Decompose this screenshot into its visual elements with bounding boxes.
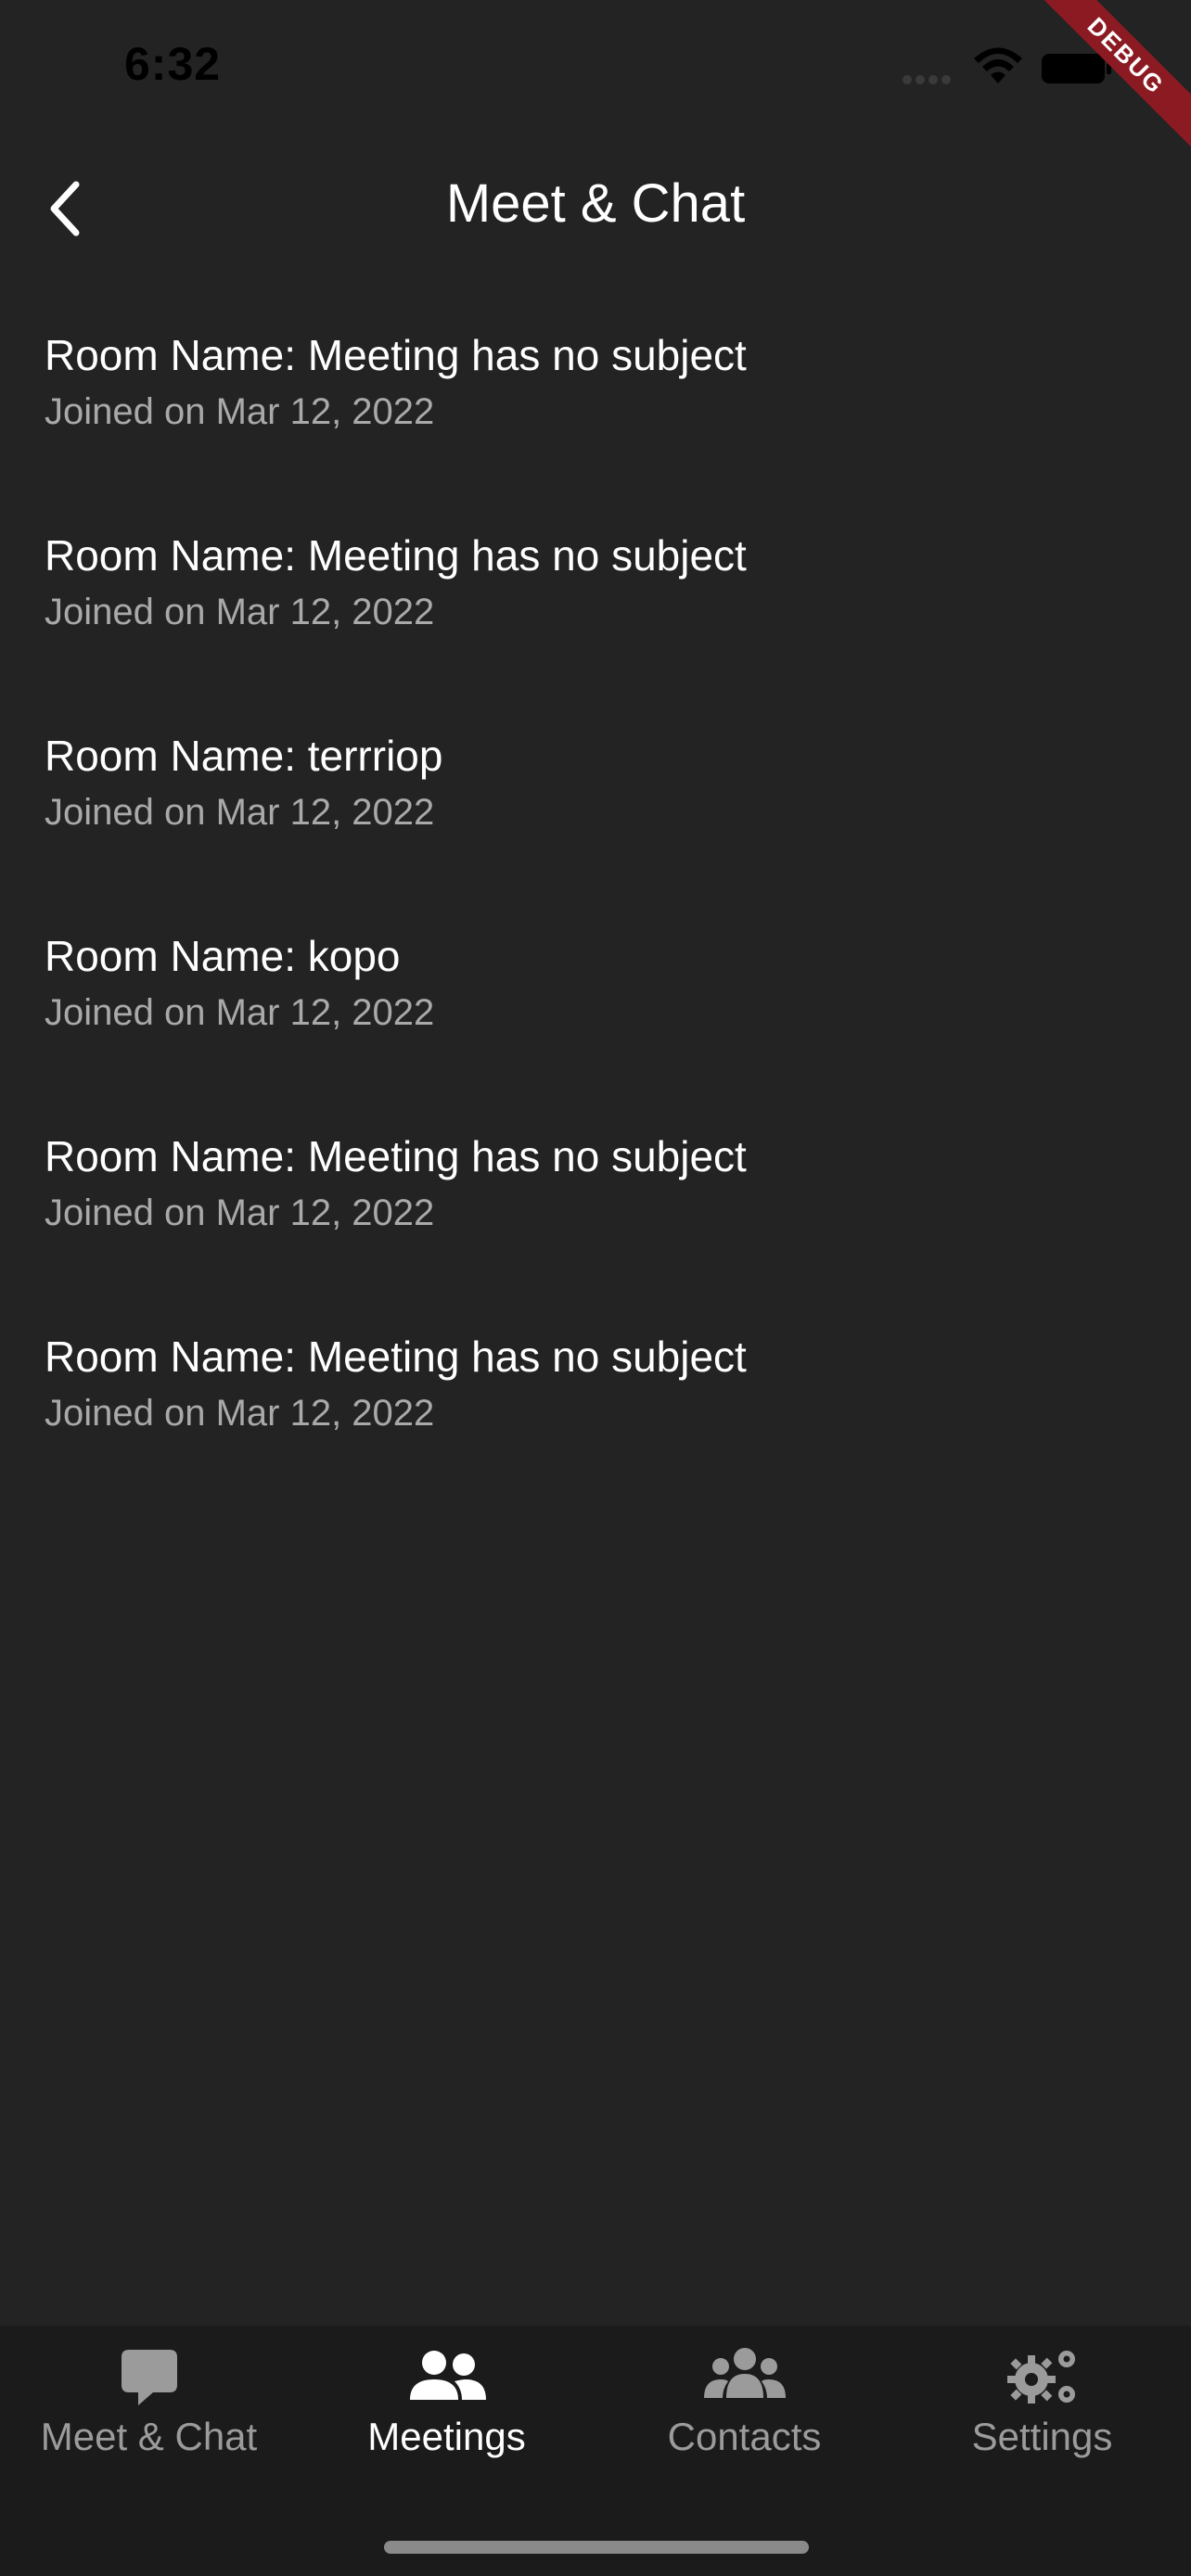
group-icon <box>703 2348 786 2398</box>
tab-label: Contacts <box>667 2415 822 2458</box>
room-name: Room Name: Meeting has no subject <box>45 531 747 580</box>
joined-date: Joined on Mar 12, 2022 <box>45 592 435 632</box>
tab-label: Meetings <box>367 2415 526 2458</box>
joined-date: Joined on Mar 12, 2022 <box>45 391 435 432</box>
room-name: Room Name: Meeting has no subject <box>45 331 747 379</box>
list-item[interactable]: Room Name: Meeting has no subject Joined… <box>0 478 1191 679</box>
status-time: 6:32 <box>124 38 222 90</box>
joined-date: Joined on Mar 12, 2022 <box>45 792 435 833</box>
joined-date: Joined on Mar 12, 2022 <box>45 1393 435 1434</box>
joined-date: Joined on Mar 12, 2022 <box>45 992 435 1033</box>
gears-icon <box>1006 2351 1075 2404</box>
room-name: Room Name: Meeting has no subject <box>45 1333 747 1381</box>
bottom-nav: Meet & Chat Meetings Contacts Settings <box>0 2326 1191 2576</box>
room-name: Room Name: Meeting has no subject <box>45 1132 747 1180</box>
list-item[interactable]: Room Name: kopo Joined on Mar 12, 2022 <box>0 879 1191 1079</box>
list-item[interactable]: Room Name: Meeting has no subject Joined… <box>0 1079 1191 1280</box>
tab-label: Settings <box>971 2415 1113 2458</box>
home-indicator[interactable] <box>384 2541 809 2554</box>
people-icon <box>409 2351 486 2400</box>
room-name: Room Name: terrriop <box>45 732 443 780</box>
tab-meet-and-chat[interactable]: Meet & Chat <box>0 2326 298 2483</box>
room-name: Room Name: kopo <box>45 932 401 980</box>
wifi-icon <box>974 47 1022 83</box>
debug-ribbon-label: DEBUG <box>1027 0 1191 155</box>
chat-bubble-icon <box>121 2350 177 2405</box>
joined-date: Joined on Mar 12, 2022 <box>45 1192 435 1233</box>
tab-meetings[interactable]: Meetings <box>298 2326 596 2483</box>
list-item[interactable]: Room Name: Meeting has no subject Joined… <box>0 278 1191 478</box>
app-bar: Meet & Chat <box>0 139 1191 278</box>
tab-label: Meet & Chat <box>40 2415 258 2458</box>
status-bar: 6:32 <box>0 0 1191 139</box>
tab-settings[interactable]: Settings <box>893 2326 1191 2483</box>
list-item[interactable]: Room Name: Meeting has no subject Joined… <box>0 1280 1191 1480</box>
cellular-signal-icon <box>903 75 951 84</box>
list-item[interactable]: Room Name: terrriop Joined on Mar 12, 20… <box>0 679 1191 879</box>
meeting-list: Room Name: Meeting has no subject Joined… <box>0 278 1191 1480</box>
page-title: Meet & Chat <box>445 173 746 234</box>
tab-contacts[interactable]: Contacts <box>596 2326 893 2483</box>
